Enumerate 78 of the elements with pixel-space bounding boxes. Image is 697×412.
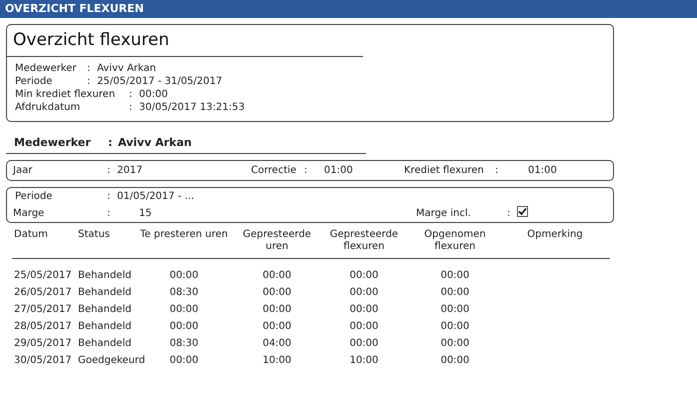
field-label: Correctie [251,165,296,176]
field-label: Medewerker [15,63,76,74]
table-cell: Goedgekeurd [78,355,146,366]
table-cell: 10:00 [350,355,378,366]
column-header: Gepresteerde flexuren [328,229,400,253]
column-header: Datum [13,229,49,241]
field-label: Jaar [13,165,32,176]
table-cell: 00:00 [440,355,470,366]
table-cell: 00:00 [440,338,470,349]
field-label: Marge [13,208,44,219]
field-label: Min krediet flexuren [15,89,116,100]
table-cell: Behandeld [78,287,132,298]
employee-name: Avivv Arkan [118,136,192,149]
field-label: Afdrukdatum [15,102,80,113]
column-header: Te presteren uren [139,229,229,241]
table-cell: 30/05/2017 [14,355,72,366]
field-value: 01/05/2017 - ... [117,191,194,202]
field-value: 15 [139,208,152,219]
table-cell: Behandeld [78,270,132,281]
table-cell: 00:00 [440,321,470,332]
colon: : [87,63,90,74]
table-cell: 00:00 [350,338,378,349]
colon: : [107,208,110,219]
field-value: Avivv Arkan [97,63,156,74]
table-cell: Behandeld [78,338,132,349]
field-label: Krediet flexuren [404,165,484,176]
colon: : [495,165,498,176]
table-cell: 00:00 [170,355,198,366]
field-value: 2017 [117,165,142,176]
table-cell: 00:00 [440,270,470,281]
table-cell: 00:00 [350,304,378,315]
colon: : [129,102,132,113]
table-cell: 28/05/2017 [14,321,72,332]
table-cell: 00:00 [170,321,198,332]
field-value: 25/05/2017 - 31/05/2017 [97,76,222,87]
colon: : [87,76,90,87]
table-cell: 08:30 [170,287,198,298]
field-value: 01:00 [528,165,557,176]
column-header: Status [77,229,111,241]
table-cell: 00:00 [440,304,470,315]
report-title: Overzicht flexuren [7,28,363,57]
table-cell: 04:00 [262,338,292,349]
table-cell: 00:00 [262,287,292,298]
table-cell: 00:00 [262,321,292,332]
field-label: Medewerker [14,136,91,149]
column-header: Gepresteerde uren [242,229,312,253]
table-cell: 29/05/2017 [14,338,72,349]
table-cell: Behandeld [78,321,132,332]
table-cell: 26/05/2017 [14,287,72,298]
colon: : [507,208,510,219]
field-value: 01:00 [324,165,353,176]
page-title-bar: OVERZICHT FLEXUREN [0,0,697,18]
column-header: Opmerking [526,229,584,241]
table-cell: 00:00 [170,270,198,281]
table-cell: 10:00 [262,355,292,366]
colon: : [129,89,132,100]
table-cell: Behandeld [78,304,132,315]
colon: : [107,165,110,176]
field-label: Periode [15,76,52,87]
colon: : [304,165,308,176]
table-cell: 00:00 [350,270,378,281]
table-cell: 00:00 [170,304,198,315]
table-cell: 00:00 [262,270,292,281]
checkbox[interactable] [517,206,528,217]
field-value: 00:00 [139,89,168,100]
table-cell: 00:00 [440,287,470,298]
field-label: Periode [15,191,52,202]
field-value: 30/05/2017 13:21:53 [139,102,245,113]
table-cell: 25/05/2017 [14,270,72,281]
colon: : [108,136,112,149]
field-label: Marge incl. [416,208,471,219]
colon: : [107,191,110,202]
table-cell: 00:00 [262,304,292,315]
table-cell: 27/05/2017 [14,304,72,315]
table-cell: 00:00 [350,287,378,298]
table-cell: 08:30 [170,338,198,349]
column-header: Opgenomen flexuren [423,229,487,253]
table-cell: 00:00 [350,321,378,332]
